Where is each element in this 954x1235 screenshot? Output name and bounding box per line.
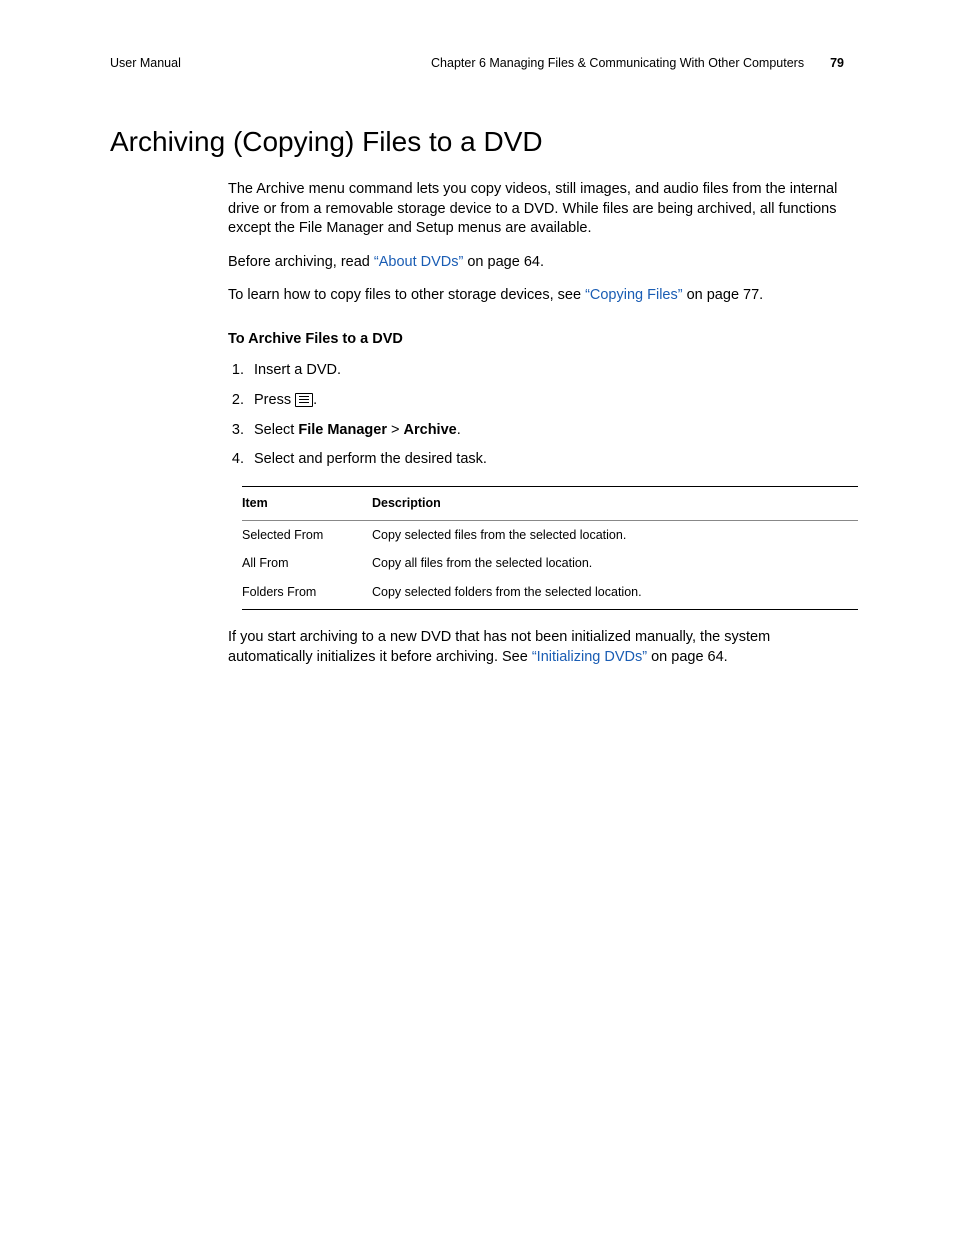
cell-desc: Copy all files from the selected locatio… <box>372 549 858 578</box>
link-copying-files[interactable]: “Copying Files” <box>585 287 683 303</box>
intro-paragraph: The Archive menu command lets you copy v… <box>228 180 844 239</box>
table-row: Selected From Copy selected files from t… <box>242 520 858 549</box>
text: To learn how to copy files to other stor… <box>228 287 585 303</box>
step-2: Press . <box>248 391 844 411</box>
table-header-row: Item Description <box>242 486 858 520</box>
text: on page 64. <box>647 649 728 665</box>
col-header-item: Item <box>242 486 372 520</box>
step-3: Select File Manager > Archive. <box>248 421 844 441</box>
procedure-steps: Insert a DVD. Press . Select File Manage… <box>228 361 844 469</box>
text: Before archiving, read <box>228 254 374 270</box>
page-number: 79 <box>830 56 844 70</box>
text: Select <box>254 422 298 438</box>
page: User Manual Chapter 6 Managing Files & C… <box>0 0 954 741</box>
text: . <box>313 392 317 408</box>
learn-paragraph: To learn how to copy files to other stor… <box>228 286 844 306</box>
page-title: Archiving (Copying) Files to a DVD <box>110 126 844 158</box>
link-about-dvds[interactable]: “About DVDs” <box>374 254 463 270</box>
note-paragraph: If you start archiving to a new DVD that… <box>228 628 844 667</box>
cell-desc: Copy selected folders from the selected … <box>372 578 858 609</box>
header-right: Chapter 6 Managing Files & Communicating… <box>431 56 844 70</box>
chapter-title: Chapter 6 Managing Files & Communicating… <box>431 56 804 70</box>
header-left: User Manual <box>110 56 181 70</box>
running-header: User Manual Chapter 6 Managing Files & C… <box>110 56 844 70</box>
menu-icon <box>295 393 313 407</box>
menu-path-archive: Archive <box>404 422 457 438</box>
cell-item: All From <box>242 549 372 578</box>
procedure-heading: To Archive Files to a DVD <box>228 330 844 350</box>
text: on page 77. <box>683 287 764 303</box>
archive-options-table: Item Description Selected From Copy sele… <box>242 486 858 611</box>
menu-path-file-manager: File Manager <box>298 422 387 438</box>
text: Press <box>254 392 295 408</box>
cell-item: Selected From <box>242 520 372 549</box>
table-row: All From Copy all files from the selecte… <box>242 549 858 578</box>
before-archiving-paragraph: Before archiving, read “About DVDs” on p… <box>228 253 844 273</box>
text: on page 64. <box>463 254 544 270</box>
table-row: Folders From Copy selected folders from … <box>242 578 858 609</box>
step-1: Insert a DVD. <box>248 361 844 381</box>
cell-desc: Copy selected files from the selected lo… <box>372 520 858 549</box>
text: . <box>457 422 461 438</box>
step-4: Select and perform the desired task. <box>248 450 844 470</box>
text: > <box>387 422 404 438</box>
body: The Archive menu command lets you copy v… <box>228 180 844 667</box>
link-initializing-dvds[interactable]: “Initializing DVDs” <box>532 649 647 665</box>
cell-item: Folders From <box>242 578 372 609</box>
col-header-description: Description <box>372 486 858 520</box>
